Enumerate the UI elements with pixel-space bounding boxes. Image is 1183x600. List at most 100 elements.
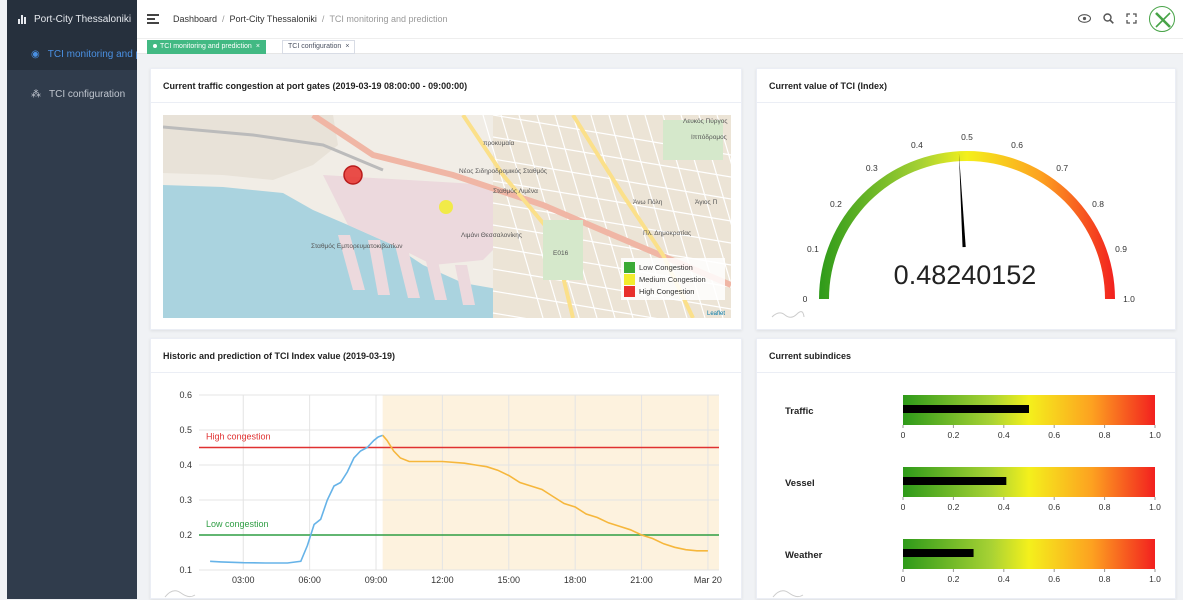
y-tick-label: 0.1 <box>179 565 192 575</box>
close-icon[interactable]: × <box>256 43 260 50</box>
subindex-tick-label: 0.8 <box>1099 574 1111 584</box>
chart-tool-icon <box>771 307 805 318</box>
subindex-tick-label: 0.8 <box>1099 430 1111 440</box>
chart-tool-icon <box>164 590 196 598</box>
breadcrumb-port-city[interactable]: Port-City Thessaloniki <box>230 14 317 24</box>
map-legend: Low Congestion Medium Congestion High Cong… <box>621 258 725 300</box>
map-label: Λευκός Πύργος <box>683 117 727 125</box>
subindex-tick-label: 0.6 <box>1048 574 1060 584</box>
subindex-tick-label: 0.2 <box>947 430 959 440</box>
gauge-needle <box>958 153 966 248</box>
y-tick-label: 0.2 <box>179 530 192 540</box>
subindex-label: Vessel <box>785 478 815 489</box>
map-label: Λιμάνι Θεσσαλονίκης <box>461 231 522 239</box>
x-tick-label: 03:00 <box>232 575 255 585</box>
tags-view: TCI monitoring and prediction × TCI confi… <box>137 38 1183 54</box>
gauge-tick-label: 0.9 <box>1115 244 1127 254</box>
subindex-value-bar <box>903 405 1029 413</box>
legend-label: Low Congestion <box>639 263 693 272</box>
map-label: Σταθμός Εμπορευματοκιβωτίων <box>311 242 402 250</box>
legend-swatch <box>624 274 635 285</box>
subindices-card-title: Current subindices <box>757 339 1175 373</box>
legend-label: Medium Congestion <box>639 275 706 284</box>
map-label: προκυμαία <box>483 139 515 147</box>
subindex-label: Traffic <box>785 406 814 417</box>
dashboard-icon: ◉ <box>31 48 40 60</box>
subindices-bars: Traffic 0 0.2 0.4 0.6 0.8 1.0 Vessel 0 0.2 0.4 0.6 0… <box>772 395 1161 598</box>
history-card-title: Historic and prediction of TCI Index val… <box>151 339 741 373</box>
tag-tci-monitoring[interactable]: TCI monitoring and prediction × <box>147 40 266 54</box>
high-congestion-marker[interactable] <box>343 165 363 185</box>
x-tick-label: 09:00 <box>365 575 388 585</box>
sidebar-item-tci-configuration[interactable]: ⁂ TCI configuration <box>7 78 137 110</box>
x-tick-label: 21:00 <box>630 575 653 585</box>
gauge-value: 0.48240152 <box>894 260 1037 290</box>
x-tick-label: 06:00 <box>298 575 321 585</box>
subindex-tick-label: 0 <box>901 574 906 584</box>
map-label: Ιππόδρομος <box>691 133 727 141</box>
subindex-value-bar <box>903 549 974 557</box>
legend-label: High Congestion <box>639 287 694 296</box>
search-icon[interactable] <box>1103 12 1114 26</box>
history-card: Historic and prediction of TCI Index val… <box>150 338 742 599</box>
sidebar-item-tci-monitoring[interactable]: ◉ TCI monitoring and prediction <box>7 38 137 70</box>
gauge-tick-label: 0.1 <box>807 244 819 254</box>
gauge-tick-label: 0.4 <box>911 140 923 150</box>
gauge-card: Current value of TCI (Index) 0 0.1 0.2 0.3 0… <box>756 68 1176 330</box>
subindex-tick-label: 1.0 <box>1149 430 1161 440</box>
subindex-value-bar <box>903 477 1007 485</box>
medium-congestion-marker[interactable] <box>439 200 453 214</box>
y-tick-label: 0.5 <box>179 425 192 435</box>
gauge-card-title: Current value of TCI (Index) <box>757 69 1175 103</box>
subindex-tick-label: 0.6 <box>1048 430 1060 440</box>
threshold-label: High congestion <box>206 432 271 442</box>
legend-swatch <box>624 262 635 273</box>
sidebar: Port-City Thessaloniki ◉ TCI monitoring … <box>7 0 137 599</box>
map-card-title: Current traffic congestion at port gates… <box>151 69 741 103</box>
x-tick-label: Mar 20 <box>694 575 722 585</box>
series-line <box>210 434 383 564</box>
subindex-tick-label: 0.6 <box>1048 502 1060 512</box>
map-label: Πλ. Δημοκρατίας <box>643 229 691 237</box>
subindex-label: Weather <box>785 550 823 561</box>
traffic-map[interactable]: Νέος Σιδηροδρομικός Σταθμός Άνω Πόλη Άγιος… <box>163 115 731 318</box>
breadcrumb-current: TCI monitoring and prediction <box>329 14 448 24</box>
gauge-tick-label: 0.5 <box>961 132 973 142</box>
close-icon[interactable]: × <box>345 43 349 50</box>
x-tick-label: 18:00 <box>564 575 587 585</box>
subindex-tick-label: 0.4 <box>998 430 1010 440</box>
tag-label: TCI monitoring and prediction <box>160 43 252 50</box>
gauge-tick-label: 0.8 <box>1092 199 1104 209</box>
y-tick-label: 0.3 <box>179 495 192 505</box>
subindex-tick-label: 0.2 <box>947 574 959 584</box>
gauge-tick-label: 1.0 <box>1123 294 1135 304</box>
map-label: Άγιος Π <box>695 199 717 206</box>
subindex-tick-label: 0.2 <box>947 502 959 512</box>
gauge-tick-label: 0.7 <box>1056 163 1068 173</box>
eye-icon[interactable] <box>1077 13 1092 25</box>
menu-toggle-icon[interactable] <box>147 14 159 24</box>
tci-history-chart: 0.6 0.5 0.4 0.3 0.2 0.1 03:00 06:00 09:00 12:00 15… <box>164 390 722 598</box>
subindex-tick-label: 1.0 <box>1149 502 1161 512</box>
y-tick-label: 0.6 <box>179 390 192 400</box>
prediction-region <box>382 395 719 570</box>
breadcrumb-dashboard[interactable]: Dashboard <box>173 14 217 24</box>
sitemap-icon: ⁂ <box>31 88 41 100</box>
tag-tci-configuration[interactable]: TCI configuration × <box>282 40 356 54</box>
sidebar-item-label: TCI configuration <box>49 88 126 100</box>
map-label: E016 <box>553 250 569 257</box>
logo-icon <box>1149 6 1175 32</box>
gauge-tick-label: 0.6 <box>1011 140 1023 150</box>
sidebar-item-label: TCI monitoring and prediction <box>47 48 137 60</box>
map-label: Νέος Σιδηροδρομικός Σταθμός <box>459 167 547 175</box>
fullscreen-icon[interactable] <box>1126 12 1137 26</box>
subindex-tick-label: 0.4 <box>998 574 1010 584</box>
x-tick-label: 15:00 <box>498 575 521 585</box>
map-label: Άνω Πόλη <box>633 198 663 206</box>
map-attribution: Leaflet <box>707 311 725 317</box>
y-tick-label: 0.4 <box>179 460 192 470</box>
subindex-tick-label: 0.4 <box>998 502 1010 512</box>
breadcrumb: Dashboard / Port-City Thessaloniki / TCI mon… <box>173 14 448 24</box>
bar-chart-icon <box>18 14 26 24</box>
map-label: Σταθμός Λιμένα <box>493 187 538 195</box>
